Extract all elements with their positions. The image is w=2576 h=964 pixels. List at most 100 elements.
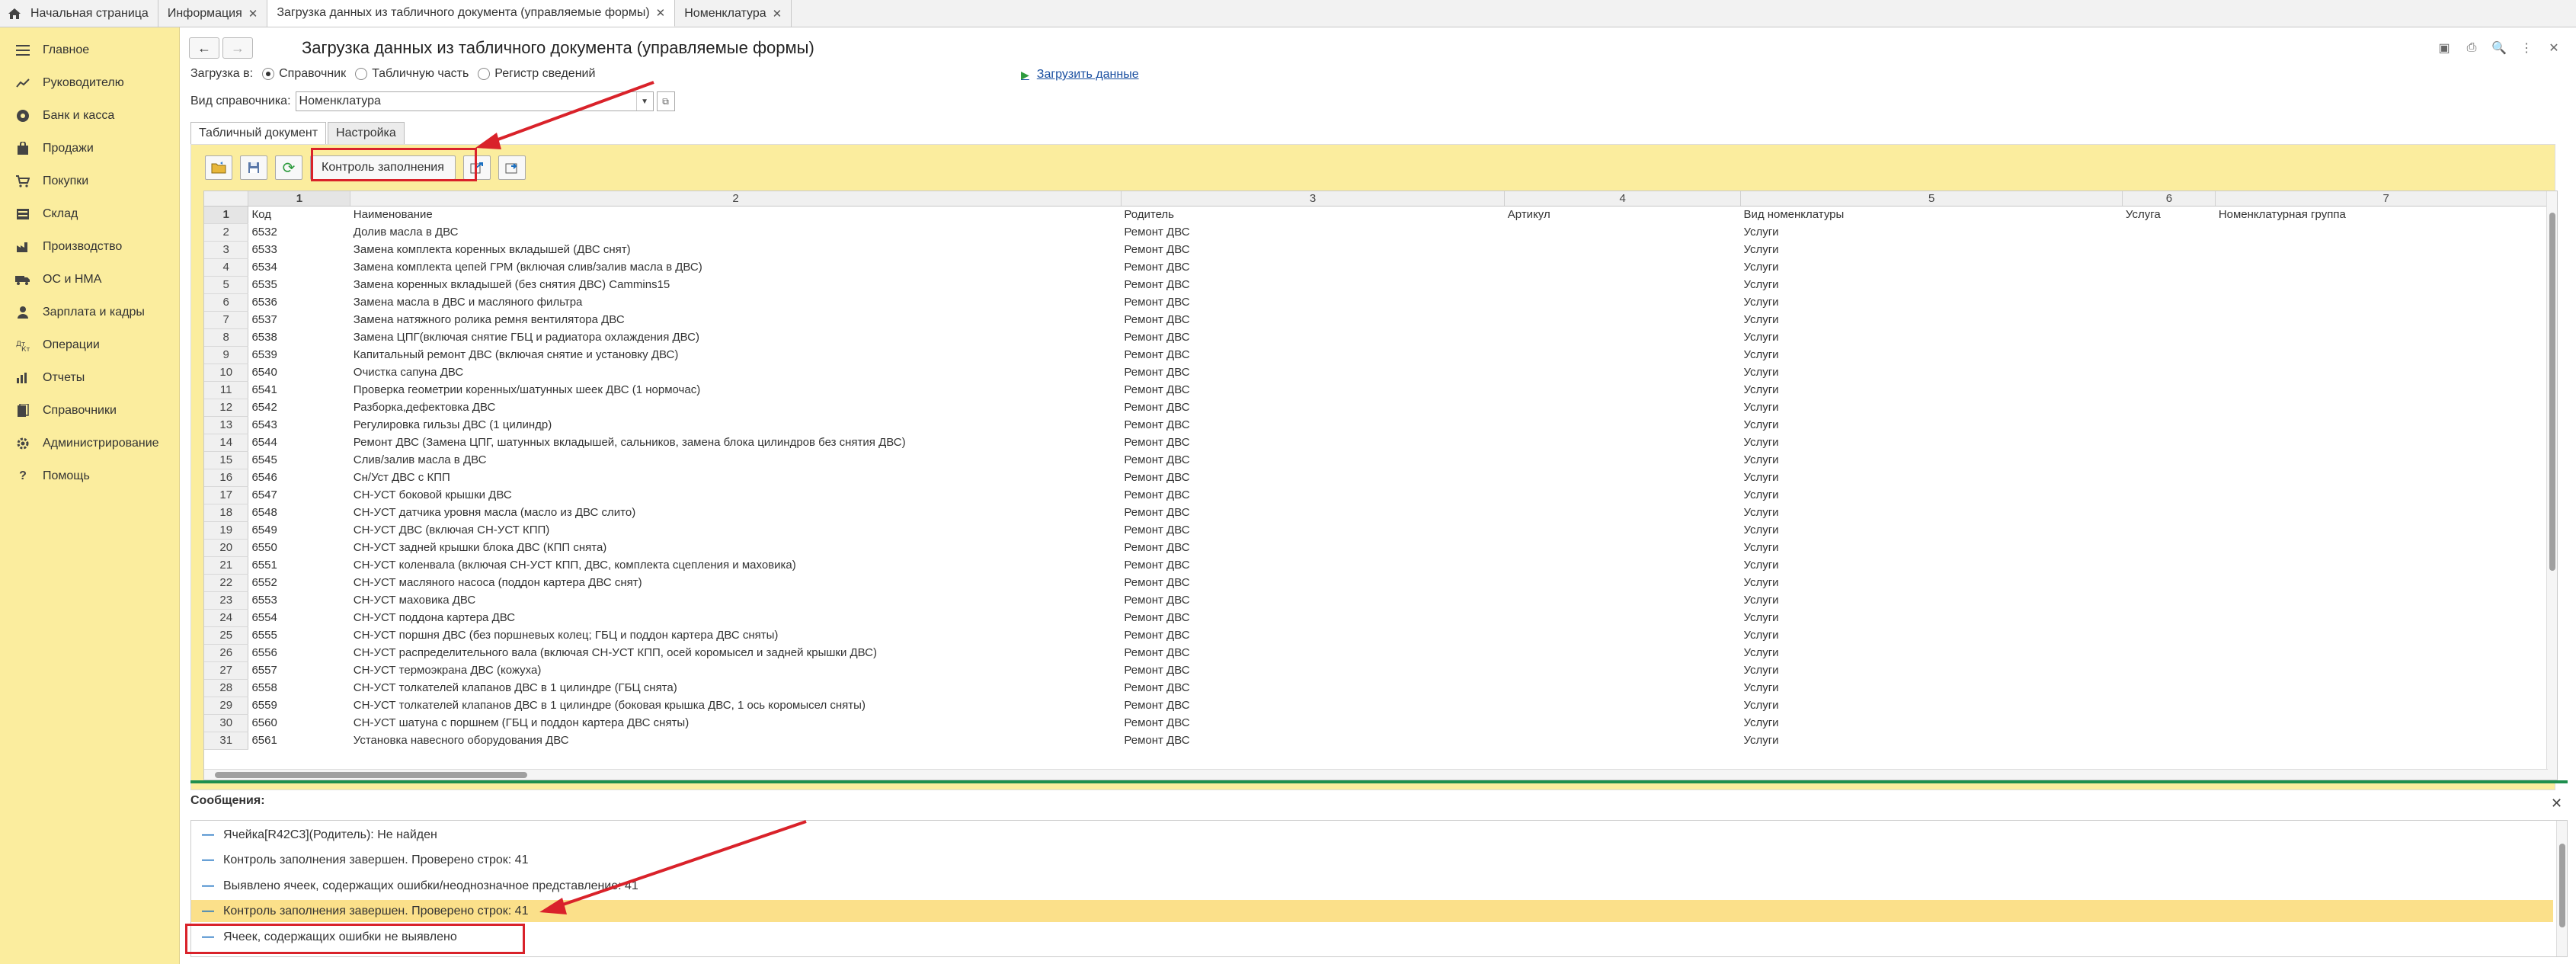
sheet-cell[interactable] — [2123, 223, 2216, 241]
sheet-cell[interactable]: 6549 — [248, 521, 350, 539]
sheet-cell[interactable] — [2123, 311, 2216, 328]
sheet-cell[interactable]: Ремонт ДВС — [1121, 381, 1504, 399]
row-number-header[interactable]: 9 — [204, 346, 249, 364]
sheet-cell[interactable] — [2123, 574, 2216, 591]
sheet-cell[interactable] — [2216, 644, 2557, 661]
radio-tabular-part[interactable] — [355, 68, 368, 80]
catalog-kind-field[interactable]: Номенклатура ▼ — [295, 91, 654, 111]
sheet-cell[interactable]: Услуги — [1740, 697, 2122, 714]
sheet-cell[interactable]: 6538 — [248, 328, 350, 346]
sheet-cell[interactable]: Ремонт ДВС — [1121, 521, 1504, 539]
sheet-cell[interactable]: Родитель — [1121, 206, 1504, 223]
horizontal-scrollbar[interactable] — [204, 769, 2548, 780]
sheet-cell[interactable]: СН-УСТ шатуна с поршнем (ГБЦ и поддон ка… — [350, 714, 1122, 732]
sheet-cell[interactable]: 6535 — [248, 276, 350, 293]
sheet-cell[interactable]: 6555 — [248, 626, 350, 644]
sheet-cell[interactable]: 6541 — [248, 381, 350, 399]
sheet-cell[interactable]: Замена масла в ДВС и масляного фильтра — [350, 293, 1122, 311]
sheet-cell[interactable] — [2216, 416, 2557, 434]
sheet-cell[interactable] — [1505, 644, 1741, 661]
row-number-header[interactable]: 17 — [204, 486, 249, 504]
sheet-cell[interactable] — [2123, 276, 2216, 293]
message-item[interactable]: — Ячеек, содержащих ошибки не выявлено — [191, 926, 2553, 948]
sheet-cell[interactable] — [1505, 328, 1741, 346]
sheet-cell[interactable]: СН-УСТ поддона картера ДВС — [350, 609, 1122, 626]
sheet-cell[interactable]: Артикул — [1505, 206, 1741, 223]
sheet-cell[interactable] — [2123, 451, 2216, 469]
sheet-cell[interactable] — [2216, 661, 2557, 679]
row-number-header[interactable]: 30 — [204, 714, 249, 732]
sheet-cell[interactable] — [2123, 697, 2216, 714]
sheet-cell[interactable] — [2216, 591, 2557, 609]
sheet-cell[interactable]: Услуги — [1740, 451, 2122, 469]
sheet-cell[interactable] — [2123, 556, 2216, 574]
row-number-header[interactable]: 29 — [204, 697, 249, 715]
sheet-cell[interactable]: 6540 — [248, 364, 350, 381]
row-number-header[interactable]: 21 — [204, 556, 249, 575]
sheet-cell[interactable]: Ремонт ДВС — [1121, 258, 1504, 276]
sidebar-item-admin[interactable]: Администрирование — [0, 427, 179, 460]
sheet-cell[interactable]: Ремонт ДВС — [1121, 364, 1504, 381]
sheet-cell[interactable]: Ремонт ДВС — [1121, 328, 1504, 346]
sheet-cell[interactable]: Наименование — [350, 206, 1122, 223]
column-number-header[interactable]: 3 — [1121, 191, 1506, 207]
scrollbar-thumb[interactable] — [2549, 213, 2555, 571]
sheet-cell[interactable] — [2216, 223, 2557, 241]
column-number-header[interactable]: 1 — [248, 191, 351, 207]
tab-info[interactable]: Информация ✕ — [158, 0, 268, 27]
sheet-cell[interactable] — [2216, 556, 2557, 574]
sheet-cell[interactable] — [2123, 258, 2216, 276]
sheet-cell[interactable]: Ремонт ДВС — [1121, 714, 1504, 732]
sheet-cell[interactable]: Услуги — [1740, 381, 2122, 399]
sheet-cell[interactable]: 6537 — [248, 311, 350, 328]
sheet-cell[interactable] — [2123, 328, 2216, 346]
sheet-cell[interactable]: 6559 — [248, 697, 350, 714]
row-number-header[interactable]: 12 — [204, 399, 249, 417]
sheet-cell[interactable]: Услуги — [1740, 732, 2122, 749]
sheet-cell[interactable]: Номенклатурная группа — [2216, 206, 2557, 223]
save-icon[interactable]: ▣ — [2436, 40, 2453, 56]
close-icon[interactable]: ✕ — [2546, 40, 2562, 56]
open-link-icon[interactable]: ⧉ — [656, 91, 675, 111]
sheet-cell[interactable] — [2216, 258, 2557, 276]
sheet-cell[interactable]: СН-УСТ толкателей клапанов ДВС в 1 цилин… — [350, 679, 1122, 697]
sheet-cell[interactable]: 6551 — [248, 556, 350, 574]
more-icon[interactable]: ⋮ — [2518, 40, 2535, 56]
column-number-header[interactable]: 5 — [1740, 191, 2123, 207]
column-number-header[interactable]: 2 — [350, 191, 1122, 207]
sheet-cell[interactable] — [1505, 399, 1741, 416]
sheet-cell[interactable]: Ремонт ДВС — [1121, 679, 1504, 697]
sheet-cell[interactable] — [2123, 644, 2216, 661]
sidebar-item-reports[interactable]: Отчеты — [0, 361, 179, 394]
radio-info-register[interactable] — [478, 68, 491, 80]
row-number-header[interactable]: 26 — [204, 644, 249, 662]
sheet-cell[interactable] — [2123, 293, 2216, 311]
sheet-cell[interactable]: Ремонт ДВС — [1121, 311, 1504, 328]
sheet-cell[interactable] — [2216, 311, 2557, 328]
sheet-cell[interactable] — [2216, 697, 2557, 714]
message-item[interactable]: — Контроль заполнения завершен. Проверено… — [191, 849, 2553, 871]
sheet-cell[interactable] — [2123, 521, 2216, 539]
sheet-cell[interactable] — [2123, 469, 2216, 486]
row-number-header[interactable]: 7 — [204, 311, 249, 329]
sheet-cell[interactable]: Ремонт ДВС — [1121, 346, 1504, 364]
sheet-cell[interactable]: Ремонт ДВС — [1121, 626, 1504, 644]
sheet-cell[interactable]: Ремонт ДВС — [1121, 241, 1504, 258]
row-number-header[interactable]: 14 — [204, 434, 249, 452]
sheet-cell[interactable] — [2216, 346, 2557, 364]
sheet-cell[interactable] — [1505, 732, 1741, 749]
row-number-header[interactable]: 15 — [204, 451, 249, 469]
sidebar-item-production[interactable]: Производство — [0, 230, 179, 263]
back-button[interactable]: ← — [189, 37, 219, 59]
sheet-cell[interactable] — [2216, 364, 2557, 381]
sheet-cell[interactable] — [2216, 626, 2557, 644]
sheet-cell[interactable]: Установка навесного оборудования ДВС — [350, 732, 1122, 749]
sheet-cell[interactable]: Услуги — [1740, 276, 2122, 293]
sheet-cell[interactable] — [2216, 469, 2557, 486]
sidebar-item-operations[interactable]: Дт Кт Операции — [0, 328, 179, 361]
sheet-cell[interactable] — [1505, 451, 1741, 469]
sheet-cell[interactable]: СН-УСТ ДВС (включая СН-УСТ КПП) — [350, 521, 1122, 539]
row-number-header[interactable]: 4 — [204, 258, 249, 277]
column-number-header[interactable]: 7 — [2215, 191, 2557, 207]
sheet-cell[interactable] — [1505, 521, 1741, 539]
